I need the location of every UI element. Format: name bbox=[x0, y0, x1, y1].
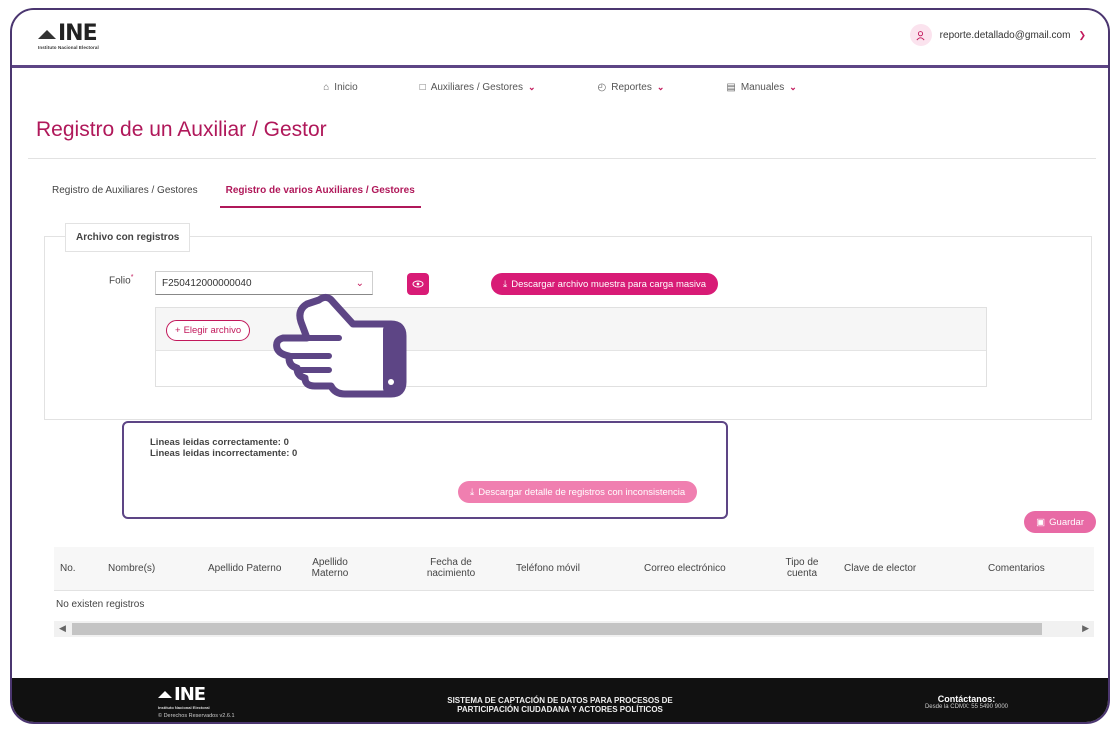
chevron-down-icon: ⌄ bbox=[527, 81, 536, 92]
group-legend: Archivo con registros bbox=[65, 223, 191, 252]
nav-label: Manuales bbox=[740, 81, 785, 93]
column-header: Nombre(s) bbox=[108, 563, 156, 574]
plus-icon: + bbox=[175, 325, 181, 336]
document-icon: □ bbox=[419, 81, 426, 93]
column-header: Comentarios bbox=[988, 563, 1045, 574]
scroll-right-icon[interactable]: ▶ bbox=[1082, 623, 1089, 634]
download-inconsistencies-button[interactable]: ⤓ Descargar detalle de registros con inc… bbox=[458, 481, 698, 503]
download-sample-button[interactable]: ⤓ Descargar archivo muestra para carga m… bbox=[491, 273, 719, 295]
choose-file-label: Elegir archivo bbox=[183, 325, 242, 336]
tab-registro-individual[interactable]: Registro de Auxiliares / Gestores bbox=[46, 179, 204, 208]
choose-file-button[interactable]: + Elegir archivo bbox=[166, 320, 251, 341]
records-table-header: No. Nombre(s) Apellido Paterno Apellido … bbox=[54, 547, 1094, 591]
column-header: Correo electrónico bbox=[644, 563, 726, 574]
download-icon: ⤓ bbox=[470, 486, 475, 498]
user-menu[interactable]: reporte.detallado@gmail.com ❯ bbox=[909, 24, 1086, 46]
folio-label: Folio* bbox=[109, 274, 133, 286]
home-icon: ⌂ bbox=[323, 81, 330, 93]
incorrect-lines-count: Lineas leidas incorrectamente: 0 bbox=[150, 448, 298, 459]
tab-registro-masivo[interactable]: Registro de varios Auxiliares / Gestores bbox=[219, 179, 421, 208]
view-folio-button[interactable] bbox=[407, 273, 429, 295]
column-header: Clave de elector bbox=[844, 563, 917, 574]
horizontal-scrollbar[interactable]: ◀ ▶ bbox=[54, 621, 1094, 637]
nav-label: Reportes bbox=[611, 81, 652, 93]
nav-item-manuales[interactable]: ▤ Manuales ⌄ bbox=[726, 76, 796, 98]
download-icon: ⤓ bbox=[503, 278, 508, 290]
chevron-down-icon: ⌄ bbox=[789, 81, 797, 92]
chevron-down-icon: ❯ bbox=[1078, 29, 1086, 40]
column-header: Apellido Paterno bbox=[208, 563, 282, 574]
save-button[interactable]: ▣ Guardar bbox=[1024, 511, 1096, 533]
chevron-down-icon: ⌄ bbox=[355, 278, 364, 289]
download-inconsistencies-label: Descargar detalle de registros con incon… bbox=[478, 486, 686, 498]
file-icon: ▤ bbox=[726, 81, 736, 93]
upload-summary: Lineas leidas correctamente: 0 Lineas le… bbox=[122, 421, 728, 519]
user-email: reporte.detallado@gmail.com bbox=[939, 29, 1071, 41]
app-frame: INE Instituto Nacional Electoral reporte… bbox=[10, 8, 1110, 724]
nav-item-inicio[interactable]: ⌂ Inicio bbox=[323, 76, 357, 98]
tab-bar: Registro de Auxiliares / Gestores Regist… bbox=[46, 179, 421, 208]
eye-icon bbox=[412, 280, 424, 288]
folio-label-text: Folio bbox=[109, 275, 131, 287]
column-header: Fecha de nacimiento bbox=[426, 557, 476, 579]
empty-table-message: No existen registros bbox=[56, 599, 145, 610]
footer-contact-phone: Desde la CDMX: 55 5490 9000 bbox=[924, 704, 1008, 710]
footer-contact: Contáctanos: Desde la CDMX: 55 5490 9000 bbox=[925, 694, 1008, 710]
scrollbar-thumb[interactable] bbox=[72, 623, 1042, 635]
main-nav: ⌂ Inicio □ Auxiliares / Gestores ⌄ ◴ Rep… bbox=[12, 76, 1108, 98]
scroll-left-icon[interactable]: ◀ bbox=[59, 623, 66, 634]
chevron-down-icon: ⌄ bbox=[656, 81, 665, 92]
column-header: Tipo de cuenta bbox=[785, 557, 819, 579]
required-marker: * bbox=[130, 274, 134, 281]
clock-icon: ◴ bbox=[597, 81, 607, 93]
page-title: Registro de un Auxiliar / Gestor bbox=[36, 118, 327, 141]
column-header: Apellido Materno bbox=[311, 557, 349, 579]
download-sample-label: Descargar archivo muestra para carga mas… bbox=[511, 278, 707, 290]
column-header: No. bbox=[60, 563, 76, 574]
logo-mark: INE bbox=[38, 21, 99, 46]
logo-subtitle: Instituto Nacional Electoral bbox=[38, 45, 99, 50]
app-header: INE Instituto Nacional Electoral reporte… bbox=[12, 10, 1108, 68]
save-icon: ▣ bbox=[1036, 516, 1046, 528]
app-footer: INE Instituto Nacional Electoral © Derec… bbox=[12, 678, 1108, 722]
main-panel: Registro de Auxiliares / Gestores Regist… bbox=[28, 158, 1096, 666]
save-label: Guardar bbox=[1049, 516, 1084, 528]
nav-label: Auxiliares / Gestores bbox=[430, 81, 523, 93]
folio-select-value: F250412000000040 bbox=[162, 278, 252, 289]
file-upload-group: Archivo con registros Folio* F2504120000… bbox=[44, 223, 1092, 420]
nav-item-auxiliares[interactable]: □ Auxiliares / Gestores ⌄ bbox=[420, 76, 536, 98]
correct-lines-count: Lineas leidas correctamente: 0 bbox=[150, 437, 289, 448]
nav-label: Inicio bbox=[334, 81, 358, 93]
ine-logo[interactable]: INE Instituto Nacional Electoral bbox=[38, 21, 99, 50]
logo-wordmark: INE bbox=[58, 21, 98, 46]
column-header: Teléfono móvil bbox=[516, 563, 580, 574]
ine-diamond-icon bbox=[38, 29, 56, 39]
footer-contact-title: Contáctanos: bbox=[937, 694, 996, 704]
user-icon bbox=[909, 24, 932, 46]
nav-item-reportes[interactable]: ◴ Reportes ⌄ bbox=[598, 76, 665, 98]
pointing-hand-icon bbox=[273, 293, 407, 398]
